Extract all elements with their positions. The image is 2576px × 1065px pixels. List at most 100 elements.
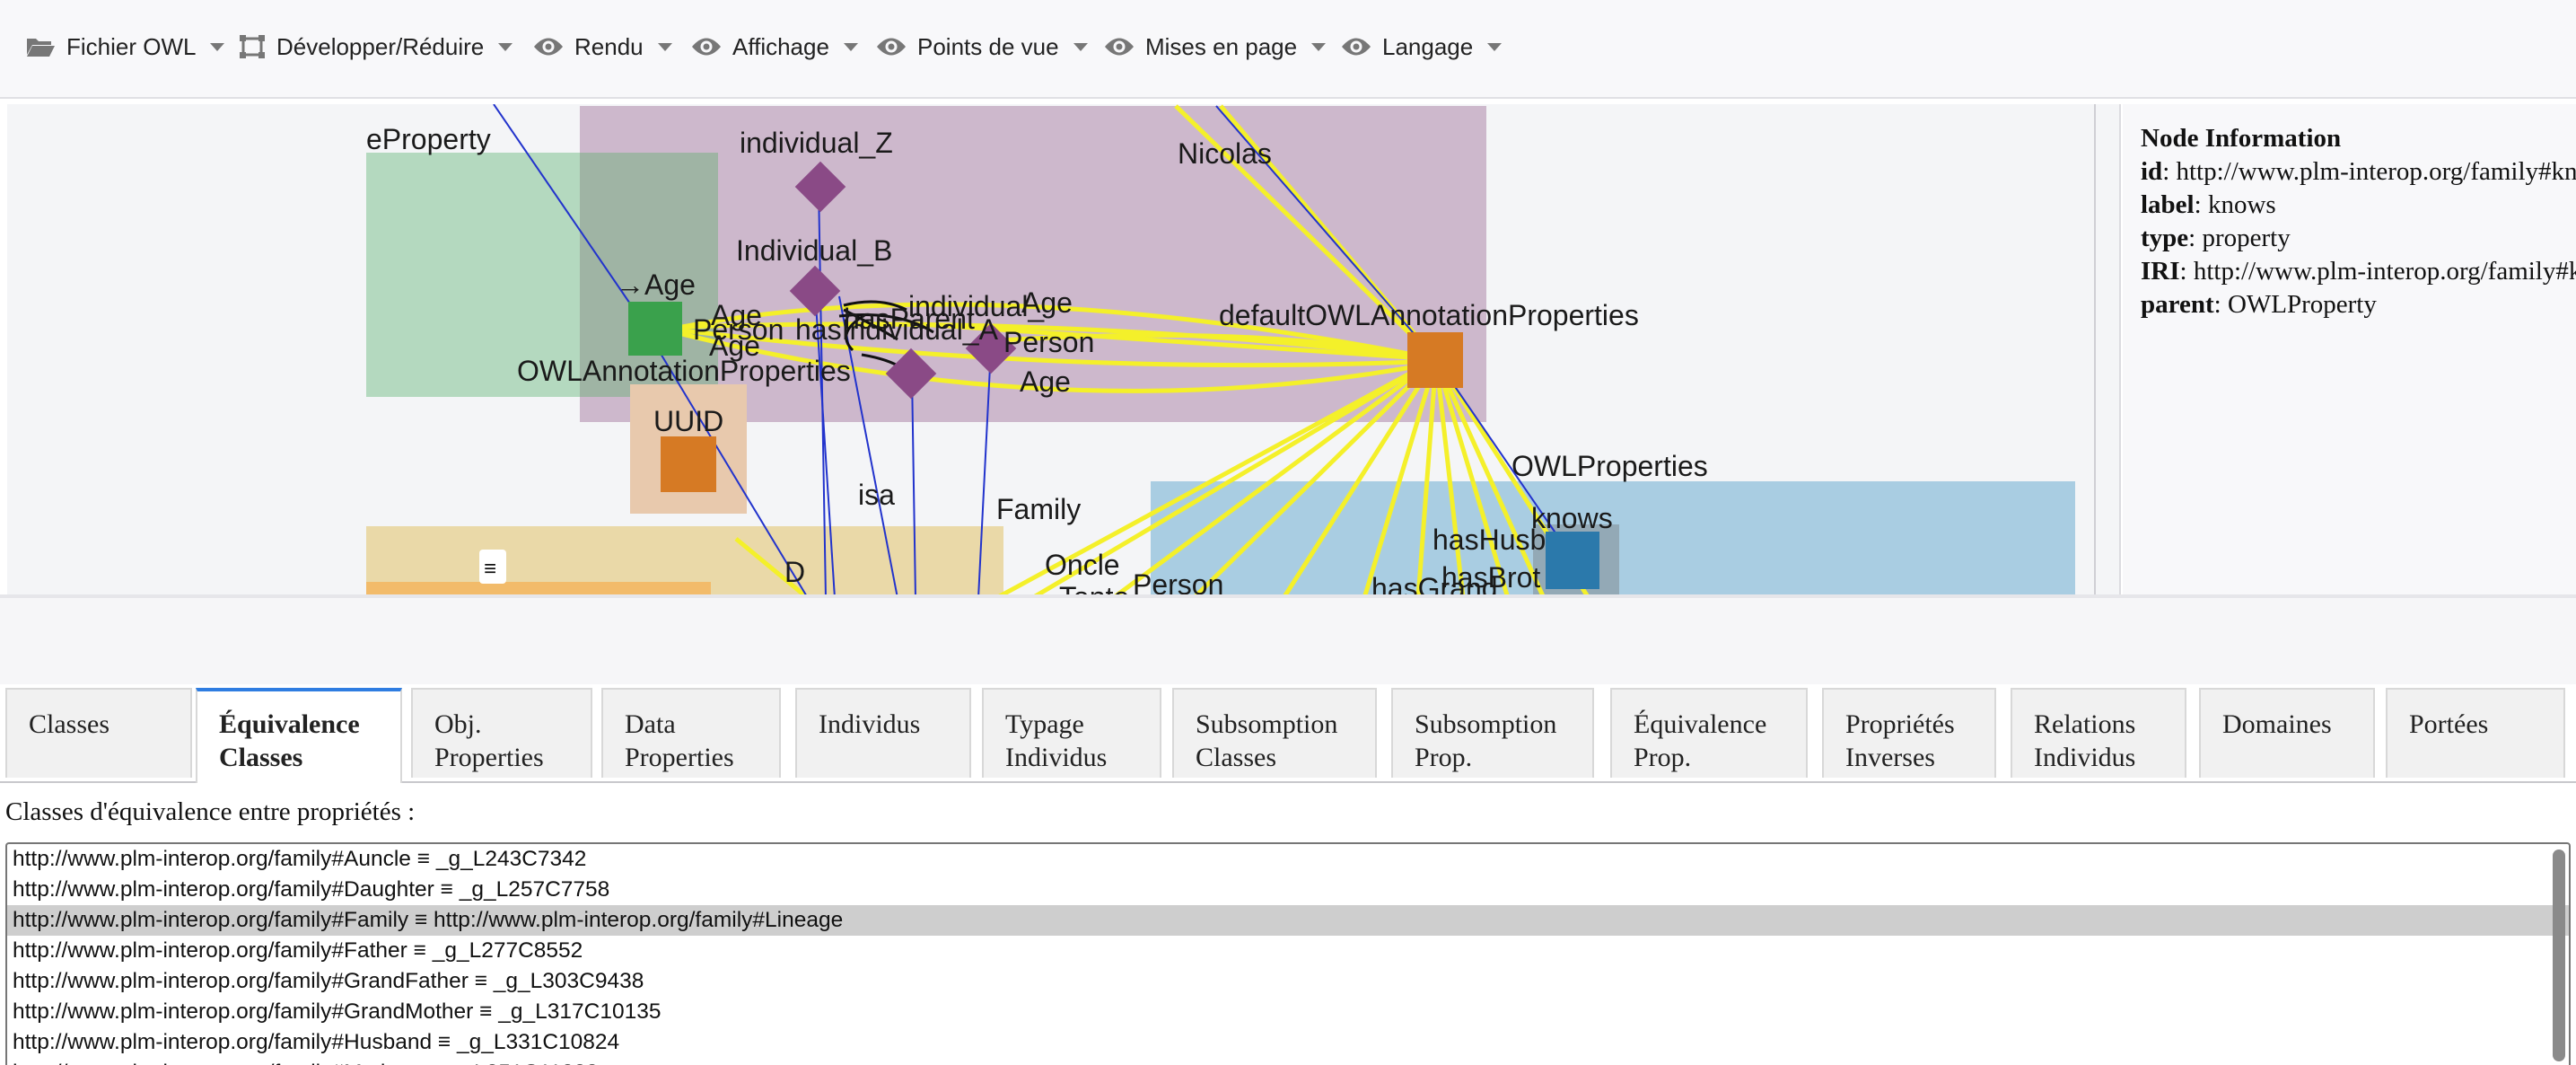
tab-label: Classes	[29, 709, 110, 739]
tab-classes[interactable]: Classes	[5, 688, 192, 778]
class-node-uuid[interactable]	[661, 436, 716, 492]
list-item[interactable]: http://www.plm-interop.org/family#Auncle…	[7, 844, 2569, 875]
graph-label: OWLAnnotationProperties	[517, 355, 851, 387]
class-node-default-annotation[interactable]	[1407, 332, 1463, 388]
field-key: label	[2141, 190, 2195, 219]
graph-label: hasBrot	[1441, 561, 1540, 594]
tab-subsomption-prop[interactable]: Subsomption Prop.	[1391, 688, 1594, 778]
caret-down-icon	[1487, 42, 1503, 51]
eye-icon	[534, 38, 563, 56]
graph-label: individual_Z	[740, 127, 893, 159]
field-key: type	[2141, 224, 2189, 252]
menu-label: Rendu	[574, 32, 644, 60]
graph-canvas[interactable]: eProperty individual_Z Individual_B Nico…	[7, 104, 2094, 594]
menu-label: Fichier OWL	[66, 32, 197, 60]
eye-icon	[692, 38, 721, 56]
tab-domaines[interactable]: Domaines	[2199, 688, 2375, 778]
caret-down-icon	[1311, 42, 1327, 51]
node-info-iri: IRI: http://www.plm-interop.org/family#k…	[2141, 257, 2576, 286]
equivalence-listbox[interactable]: http://www.plm-interop.org/family#Auncle…	[5, 842, 2571, 1065]
field-key: id	[2141, 157, 2163, 186]
tab-label: Propriétés	[1845, 709, 1955, 739]
tab-proprietes-inverses[interactable]: Propriétés Inverses	[1822, 688, 1996, 778]
list-item[interactable]: http://www.plm-interop.org/family#Daught…	[7, 875, 2569, 905]
graph-label: Oncle	[1045, 549, 1120, 581]
equivalence-title: Classes d'équivalence entre propriétés :	[5, 797, 416, 826]
field-value: OWLProperty	[2227, 290, 2377, 319]
graph-label: Person	[1003, 326, 1094, 358]
spacer-panel	[0, 598, 2576, 684]
graph-label: Family	[996, 493, 1081, 525]
tab-subsomption-classes[interactable]: Subsomption Classes	[1172, 688, 1377, 778]
property-node-knows[interactable]	[1546, 532, 1599, 589]
list-item-selected[interactable]: http://www.plm-interop.org/family#Family…	[7, 905, 2569, 936]
list-item[interactable]: http://www.plm-interop.org/family#GrandF…	[7, 966, 2569, 997]
tab-equivalence-classes[interactable]: Équivalence Classes	[196, 688, 402, 783]
node-info-heading: Node Information	[2141, 124, 2342, 153]
graph-label: hasIndividual_A	[795, 313, 999, 346]
menu-developper-reduire[interactable]: Développer/Réduire	[239, 27, 513, 66]
tab-label-line2: Inverses	[1845, 743, 1935, 772]
tab-label-line2: Individus	[2034, 743, 2136, 772]
tab-portees[interactable]: Portées	[2386, 688, 2565, 778]
graph-label: Person	[1133, 568, 1223, 594]
menu-langage[interactable]: Langage	[1341, 27, 1503, 66]
tab-label: Data	[625, 709, 676, 739]
node-info-panel: Node Information id: http://www.plm-inte…	[2123, 104, 2576, 594]
caret-down-icon	[210, 42, 225, 51]
menu-rendu[interactable]: Rendu	[533, 27, 672, 66]
tab-obj-properties[interactable]: Obj. Properties	[411, 688, 592, 778]
tab-label: Équivalence	[1634, 709, 1767, 739]
eye-icon	[1105, 38, 1134, 56]
caret-down-icon	[1073, 42, 1088, 51]
menu-points-de-vue[interactable]: Points de vue	[876, 27, 1088, 66]
menu-label: Développer/Réduire	[276, 32, 485, 60]
menu-mises-en-page[interactable]: Mises en page	[1104, 27, 1327, 66]
graph-label: Individual_B	[736, 234, 892, 267]
graph-label: Age	[1020, 365, 1071, 398]
menu-label: Langage	[1382, 32, 1474, 60]
node-info-parent: parent: OWLProperty	[2141, 290, 2377, 319]
tab-individus[interactable]: Individus	[795, 688, 971, 778]
tab-label-line2: Prop.	[1634, 743, 1692, 772]
list-item[interactable]: http://www.plm-interop.org/family#Husban…	[7, 1027, 2569, 1058]
group-box-orange[interactable]	[366, 582, 711, 594]
tab-label: Équivalence	[219, 709, 360, 739]
graph-label: isa	[858, 479, 895, 511]
list-item[interactable]: http://www.plm-interop.org/family#GrandM…	[7, 997, 2569, 1027]
caret-down-icon	[657, 42, 672, 51]
field-value: http://www.plm-interop.org/family#knows	[2176, 157, 2576, 186]
tab-relations-individus[interactable]: Relations Individus	[2011, 688, 2186, 778]
tab-equivalence-prop[interactable]: Équivalence Prop.	[1610, 688, 1808, 778]
field-value: http://www.plm-interop.org/family#knows	[2193, 257, 2576, 286]
field-value: knows	[2207, 190, 2276, 219]
toolbar: Fichier OWL Développer/Réduire Rendu Aff…	[0, 0, 2576, 99]
node-info-id: id: http://www.plm-interop.org/family#kn…	[2141, 157, 2576, 187]
tab-label: Domaines	[2222, 709, 2332, 739]
tab-label-line2: Properties	[434, 743, 544, 772]
tab-label-line2: Prop.	[1415, 743, 1473, 772]
graph-label: eProperty	[366, 123, 491, 155]
menu-glyph-icon: ≡	[484, 557, 496, 581]
list-scrollbar[interactable]	[2553, 849, 2565, 1061]
tab-typage-individus[interactable]: Typage Individus	[982, 688, 1161, 778]
node-info-type: type: property	[2141, 224, 2291, 252]
menu-fichier-owl[interactable]: Fichier OWL	[25, 27, 225, 66]
eye-icon	[1342, 38, 1371, 56]
graph-label: Tante	[1059, 581, 1129, 594]
field-value: property	[2202, 224, 2291, 252]
menu-affichage[interactable]: Affichage	[691, 27, 858, 66]
list-item[interactable]: http://www.plm-interop.org/family#Father…	[7, 936, 2569, 966]
panel-splitter[interactable]	[2094, 104, 2121, 594]
list-item[interactable]: http://www.plm-interop.org/family#Mother…	[7, 1058, 2569, 1065]
tab-label: Subsomption	[1415, 709, 1557, 739]
tab-data-properties[interactable]: Data Properties	[601, 688, 781, 778]
caret-down-icon	[498, 42, 513, 51]
eye-icon	[877, 38, 906, 56]
class-node-green[interactable]	[628, 302, 682, 356]
graph-label: →Age	[616, 268, 696, 301]
graph-label: OWLProperties	[1511, 450, 1708, 482]
graph-label: knows	[1531, 502, 1613, 534]
tab-label-line2: Properties	[625, 743, 734, 772]
field-key: IRI	[2141, 257, 2180, 286]
